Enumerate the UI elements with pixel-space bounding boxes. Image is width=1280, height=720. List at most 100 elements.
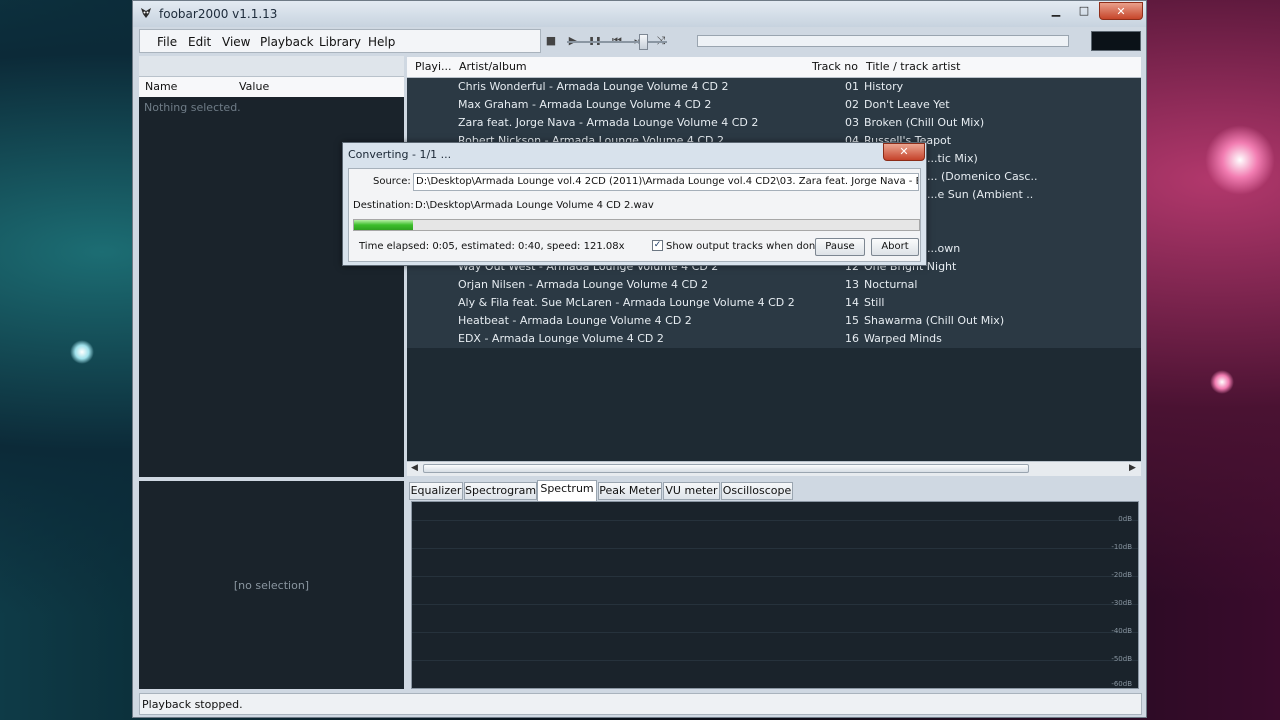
row-track-no: 01 [845,80,859,93]
close-button[interactable]: ✕ [1099,2,1143,20]
dialog-close-button[interactable]: ✕ [883,143,925,161]
row-artist-album: Max Graham - Armada Lounge Volume 4 CD 2 [458,98,712,111]
row-artist-album: Heatbeat - Armada Lounge Volume 4 CD 2 [458,314,692,327]
scroll-right-icon[interactable]: ▶ [1129,463,1136,473]
source-field[interactable]: D:\Desktop\Armada Lounge vol.4 2CD (2011… [413,173,919,191]
dialog-content: Source: D:\Desktop\Armada Lounge vol.4 2… [348,168,921,262]
playlist-header: Playi... Artist/album Track no Title / t… [407,57,1141,78]
column-title[interactable]: Title / track artist [866,60,960,73]
menu-playback[interactable]: Playback [260,35,314,49]
row-title: History [864,80,904,93]
album-art-panel: [no selection] [139,481,404,689]
db-label: -50dB [1111,655,1132,663]
row-artist-album: Orjan Nilsen - Armada Lounge Volume 4 CD… [458,278,709,291]
title-bar[interactable]: foobar2000 v1.1.13 ▁ □ ✕ [133,1,1146,27]
db-gridline [412,660,1138,661]
row-title: Don't Leave Yet [864,98,950,111]
menu-file[interactable]: File [157,35,177,49]
show-output-label[interactable]: Show output tracks when done [666,241,821,252]
db-label: -60dB [1111,680,1132,688]
table-row[interactable]: EDX - Armada Lounge Volume 4 CD 2 16 Warpe… [407,330,1141,348]
row-track-no: 14 [845,296,859,309]
db-gridline [412,520,1138,521]
dialog-title: Converting - 1/1 ... [348,148,452,161]
volume-slider[interactable] [563,31,673,53]
table-row[interactable]: Aly & Fila feat. Sue McLaren - Armada Lo… [407,294,1141,312]
properties-header: Name Value [139,77,404,98]
menu-help[interactable]: Help [368,35,395,49]
show-output-checkbox[interactable]: ✓ [652,240,663,251]
db-label: 0dB [1118,515,1132,523]
window-title: foobar2000 v1.1.13 [159,7,278,21]
row-title: ...own [927,242,961,255]
row-title: Still [864,296,885,309]
table-row[interactable]: Max Graham - Armada Lounge Volume 4 CD 2… [407,96,1141,114]
source-label: Source: [373,176,411,187]
destination-value: D:\Desktop\Armada Lounge Volume 4 CD 2.w… [415,200,654,211]
minimize-button[interactable]: ▁ [1043,2,1069,20]
row-artist-album: Chris Wonderful - Armada Lounge Volume 4… [458,80,729,93]
row-title: Nocturnal [864,278,918,291]
tab-peak-meter[interactable]: Peak Meter [598,482,662,500]
row-track-no: 13 [845,278,859,291]
converting-dialog: Converting - 1/1 ... ✕ Source: D:\Deskto… [342,142,927,266]
column-value[interactable]: Value [239,80,269,93]
playlist-horizontal-scrollbar[interactable]: ◀ ▶ [407,461,1141,476]
conversion-progress-bar [353,219,920,231]
row-title: Shawarma (Chill Out Mix) [864,314,1005,327]
album-art-empty-text: [no selection] [233,579,310,592]
row-artist-album: EDX - Armada Lounge Volume 4 CD 2 [458,332,664,345]
pause-button[interactable]: Pause [815,238,865,256]
column-name[interactable]: Name [145,80,177,93]
table-row[interactable]: Zara feat. Jorge Nava - Armada Lounge Vo… [407,114,1141,132]
menu-edit[interactable]: Edit [188,35,211,49]
status-bar: Playback stopped. [139,693,1142,715]
maximize-button[interactable]: □ [1071,2,1097,20]
scroll-left-icon[interactable]: ◀ [411,463,418,473]
db-gridline [412,632,1138,633]
destination-label: Destination: [353,200,414,211]
table-row[interactable]: Heatbeat - Armada Lounge Volume 4 CD 2 15… [407,312,1141,330]
row-title: Warped Minds [864,332,942,345]
playlist-view[interactable]: Chris Wonderful - Armada Lounge Volume 4… [407,78,1141,461]
properties-empty-text: Nothing selected. [144,101,241,114]
menu-library[interactable]: Library [319,35,361,49]
status-text: Playback stopped. [142,698,243,711]
scrollbar-thumb[interactable] [423,464,1029,473]
mini-visualisation [1091,31,1141,51]
menu-bar: File Edit View Playback Library Help [139,29,541,53]
db-label: -20dB [1111,571,1132,579]
tab-spectrogram[interactable]: Spectrogram [464,482,537,500]
table-row[interactable]: Orjan Nilsen - Armada Lounge Volume 4 CD… [407,276,1141,294]
db-label: -10dB [1111,543,1132,551]
seek-bar[interactable] [697,35,1069,47]
column-track-no[interactable]: Track no [812,60,858,73]
foobar-app-icon [141,8,151,18]
row-artist-album: Aly & Fila feat. Sue McLaren - Armada Lo… [458,296,795,309]
tab-equalizer[interactable]: Equalizer [409,482,463,500]
abort-button[interactable]: Abort [871,238,919,256]
table-row[interactable]: Chris Wonderful - Armada Lounge Volume 4… [407,78,1141,96]
visualisation-tabs: Equalizer Spectrogram Spectrum Peak Mete… [409,480,1141,501]
spectrum-visualisation: 0dB -10dB -20dB -30dB -40dB -50dB -60dB [411,501,1139,689]
row-track-no: 02 [845,98,859,111]
timing-text: Time elapsed: 0:05, estimated: 0:40, spe… [359,241,625,252]
tab-oscilloscope[interactable]: Oscilloscope [721,482,793,500]
menu-view[interactable]: View [222,35,250,49]
db-gridline [412,576,1138,577]
db-gridline [412,548,1138,549]
properties-top-strip [139,56,404,77]
row-artist-album: Zara feat. Jorge Nava - Armada Lounge Vo… [458,116,759,129]
tab-vu-meter[interactable]: VU meter [663,482,720,500]
volume-thumb[interactable] [639,34,648,50]
column-playing[interactable]: Playi... [415,60,452,73]
row-track-no: 16 [845,332,859,345]
volume-track [567,41,667,43]
stop-icon[interactable]: ■ [543,33,559,49]
row-title: ...e Sun (Ambient .. [927,188,1034,201]
foobar-window: foobar2000 v1.1.13 ▁ □ ✕ File Edit View … [132,0,1147,718]
tab-spectrum[interactable]: Spectrum [537,480,597,501]
column-artist-album[interactable]: Artist/album [459,60,527,73]
row-title: ... (Domenico Casc.. [927,170,1038,183]
progress-fill [354,220,414,230]
